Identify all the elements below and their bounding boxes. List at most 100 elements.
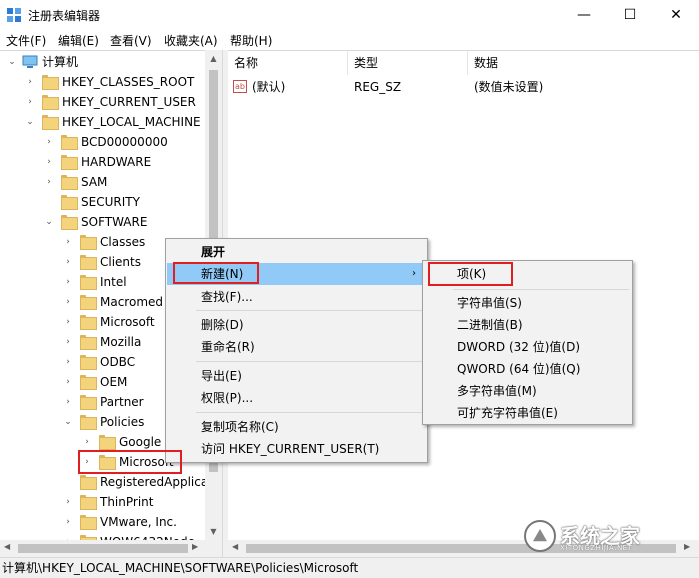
submenu-item-qword-value[interactable]: QWORD (64 位)值(Q) [424, 358, 631, 380]
tree-item-label: RegisteredApplica [100, 475, 209, 489]
scroll-left-icon[interactable]: ◀ [232, 542, 238, 551]
scroll-down-icon[interactable]: ▼ [205, 523, 222, 540]
expand-icon[interactable]: › [44, 132, 54, 152]
submenu-item-expandable-string-value[interactable]: 可扩充字符串值(E) [424, 402, 631, 424]
collapse-icon[interactable]: ⌄ [7, 52, 17, 72]
menu-item-rename[interactable]: 重命名(R) [167, 336, 426, 358]
column-header-type[interactable]: 类型 [348, 51, 468, 75]
submenu-item-binary-value[interactable]: 二进制值(B) [424, 314, 631, 336]
submenu-item-dword-value[interactable]: DWORD (32 位)值(D) [424, 336, 631, 358]
folder-icon [80, 295, 97, 310]
expand-icon[interactable]: › [63, 312, 73, 332]
regedit-app-icon [7, 8, 21, 22]
submenu-item-multi-string-value[interactable]: 多字符串值(M) [424, 380, 631, 402]
menu-item-delete[interactable]: 删除(D) [167, 314, 426, 336]
expand-icon[interactable] [44, 192, 54, 212]
collapse-icon[interactable]: ⌄ [63, 412, 73, 432]
expand-icon[interactable]: › [82, 432, 92, 452]
scroll-up-icon[interactable]: ▲ [205, 50, 222, 67]
expand-icon[interactable]: › [63, 372, 73, 392]
tree-item[interactable]: RegisteredApplica [0, 472, 209, 492]
folder-icon [80, 515, 97, 530]
folder-icon [80, 255, 97, 270]
tree-item-label: BCD00000000 [81, 135, 168, 149]
tree-item-label: Google [119, 435, 162, 449]
tree-item-computer[interactable]: ⌄ 计算机 [0, 52, 205, 72]
menu-separator [196, 412, 424, 413]
value-name[interactable]: (默认) [252, 77, 285, 97]
tree-item[interactable]: › HKEY_CURRENT_USER [0, 92, 205, 112]
column-header-name[interactable]: 名称 [228, 51, 348, 75]
folder-icon [80, 495, 97, 510]
expand-icon[interactable]: › [44, 172, 54, 192]
submenu-item-string-value[interactable]: 字符串值(S) [424, 292, 631, 314]
expand-icon[interactable] [63, 472, 73, 492]
expand-icon[interactable]: › [25, 92, 35, 112]
expand-icon[interactable]: › [63, 252, 73, 272]
expand-icon[interactable]: › [63, 532, 73, 540]
expand-icon[interactable]: › [63, 512, 73, 532]
collapse-icon[interactable]: ⌄ [44, 212, 54, 232]
tree-item[interactable]: › SAM [0, 172, 205, 192]
column-header-data[interactable]: 数据 [468, 51, 699, 75]
tree-item-label: SAM [81, 175, 108, 189]
close-button[interactable]: ✕ [653, 0, 699, 30]
folder-icon [42, 75, 59, 90]
annotation-box-key [428, 262, 513, 286]
collapse-icon[interactable]: ⌄ [25, 112, 35, 132]
menu-item-export[interactable]: 导出(E) [167, 365, 426, 387]
folder-icon [80, 375, 97, 390]
tree-item[interactable]: › HARDWARE [0, 152, 205, 172]
tree-item[interactable]: › BCD00000000 [0, 132, 205, 152]
scroll-left-icon[interactable]: ◀ [4, 542, 10, 551]
tree-item-label: Classes [100, 235, 146, 249]
expand-icon[interactable]: › [63, 272, 73, 292]
scroll-thumb[interactable] [18, 544, 188, 553]
menu-favorites[interactable]: 收藏夹(A) [164, 32, 218, 49]
expand-icon[interactable]: › [63, 492, 73, 512]
menu-view[interactable]: 查看(V) [110, 32, 152, 49]
scroll-right-icon[interactable]: ▶ [192, 542, 198, 551]
expand-icon[interactable]: › [63, 332, 73, 352]
tree-item[interactable]: ⌄ SOFTWARE [0, 212, 205, 232]
expand-icon[interactable]: › [63, 292, 73, 312]
menu-file[interactable]: 文件(F) [6, 32, 46, 49]
folder-icon [61, 175, 78, 190]
tree-item-label: ODBC [100, 355, 136, 369]
menu-edit[interactable]: 编辑(E) [58, 32, 99, 49]
minimize-button[interactable]: — [561, 0, 607, 30]
menu-separator [196, 361, 424, 362]
tree-item[interactable]: › VMware, Inc. [0, 512, 205, 532]
folder-icon [80, 475, 97, 490]
tree-item-label: Macromed [100, 295, 164, 309]
tree-item[interactable]: › ThinPrint [0, 492, 205, 512]
maximize-button[interactable]: ☐ [607, 0, 653, 30]
expand-icon[interactable]: › [63, 352, 73, 372]
tree-item[interactable]: ⌄ HKEY_LOCAL_MACHINE [0, 112, 205, 132]
tree-item-label: Intel [100, 275, 127, 289]
tree-item-label: Policies [100, 415, 145, 429]
tree-item-label: OEM [100, 375, 128, 389]
expand-icon[interactable]: › [63, 392, 73, 412]
tree-item[interactable]: SECURITY [0, 192, 205, 212]
tree-item[interactable]: › HKEY_CLASSES_ROOT [0, 72, 205, 92]
menu-item-goto-hkcu[interactable]: 访问 HKEY_CURRENT_USER(T) [167, 438, 426, 460]
menu-item-expand[interactable]: 展开 [167, 241, 426, 263]
expand-icon[interactable]: › [44, 152, 54, 172]
menu-item-find[interactable]: 查找(F)... [167, 286, 426, 308]
tree-horizontal-scrollbar[interactable]: ◀ ▶ [0, 540, 222, 557]
watermark: 系统之家 XITONGZHIJIA.NET [520, 518, 696, 554]
tree-item[interactable]: › WOW6432Node [0, 532, 205, 540]
expand-icon[interactable]: › [63, 232, 73, 252]
folder-icon [99, 435, 116, 450]
menu-item-copy-key-name[interactable]: 复制项名称(C) [167, 416, 426, 438]
annotation-box-new [173, 262, 259, 284]
folder-icon [80, 235, 97, 250]
menu-item-permissions[interactable]: 权限(P)... [167, 387, 426, 409]
folder-icon [80, 415, 97, 430]
menu-separator [196, 310, 424, 311]
expand-icon[interactable]: › [25, 72, 35, 92]
value-type[interactable]: REG_SZ [354, 77, 401, 97]
value-data[interactable]: (数值未设置) [474, 77, 543, 97]
menu-help[interactable]: 帮助(H) [230, 32, 272, 49]
